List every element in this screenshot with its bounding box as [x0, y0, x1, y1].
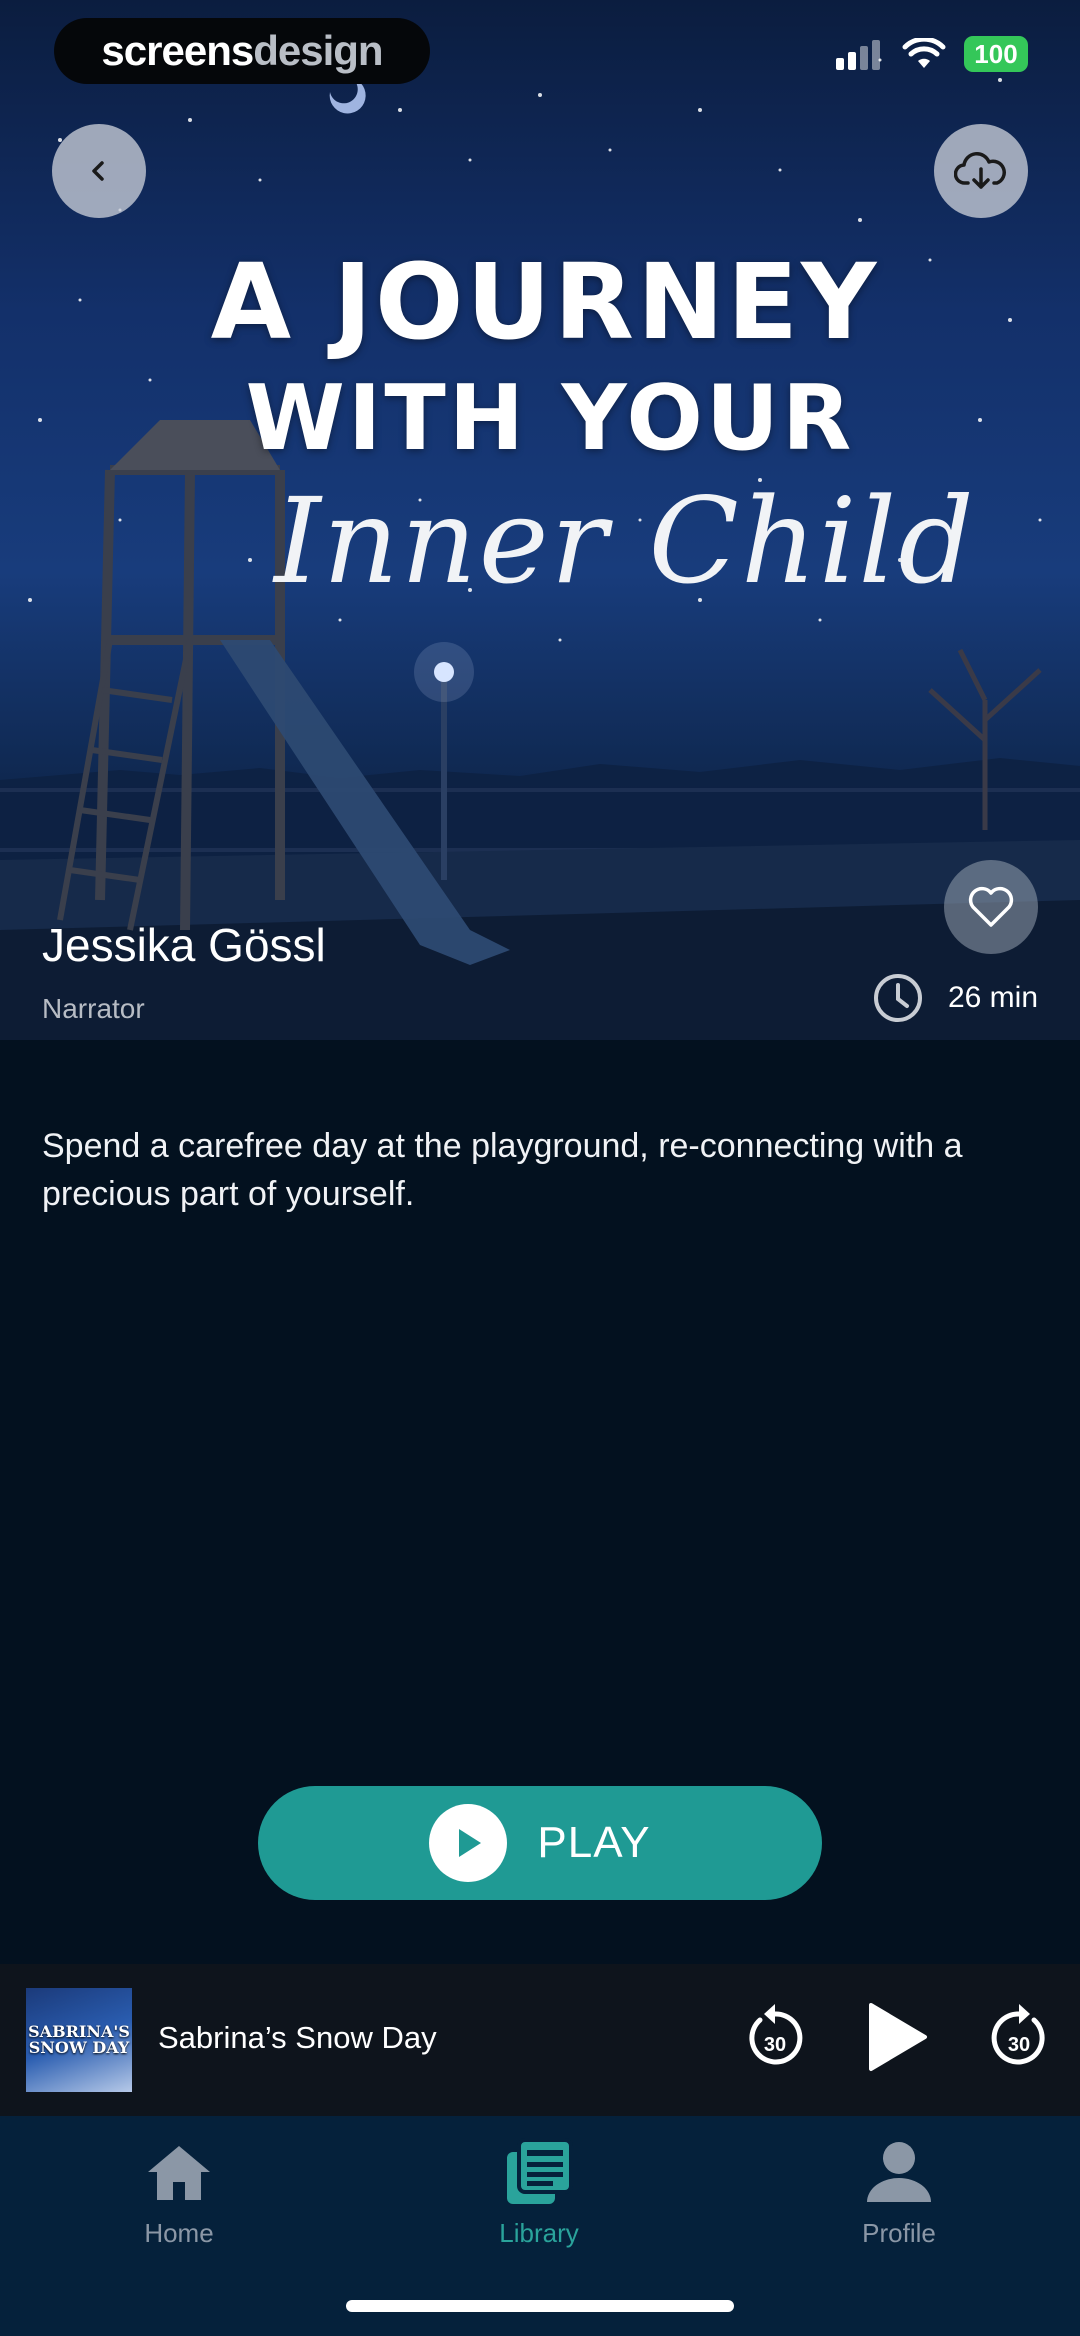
- cover-title-line1: A JOURNEY: [210, 241, 880, 363]
- tab-library-label: Library: [499, 2218, 579, 2248]
- session-description: Spend a carefree day at the playground, …: [42, 1127, 963, 1213]
- favorite-button[interactable]: [944, 860, 1038, 954]
- narrator-name: Jessika Gössl: [42, 919, 326, 971]
- duration-value: 26 min: [947, 981, 1038, 1014]
- play-button[interactable]: PLAY: [258, 1786, 822, 1900]
- rewind-seconds: 30: [763, 2034, 787, 2056]
- forward-30-button[interactable]: 30: [984, 1998, 1054, 2076]
- forward-seconds: 30: [1007, 2034, 1031, 2056]
- duration: 26 min: [872, 972, 1038, 1024]
- mini-play-button[interactable]: [862, 1998, 932, 2076]
- tab-library[interactable]: Library: [439, 2136, 639, 2249]
- chevron-left-icon: [92, 161, 104, 181]
- cover-title-line3: Inner Child: [274, 472, 976, 610]
- mini-player-cover: SABRINA'S SNOW DAY: [26, 1988, 132, 2092]
- tab-home-label: Home: [144, 2218, 214, 2248]
- tab-profile[interactable]: Profile: [799, 2136, 999, 2249]
- tab-home[interactable]: Home: [79, 2136, 279, 2249]
- profile-icon: [867, 2142, 931, 2202]
- play-icon: [429, 1804, 508, 1882]
- cover-title: A JOURNEY WITH YOUR Inner Child: [0, 250, 1080, 610]
- back-button[interactable]: [52, 124, 146, 218]
- clock-icon: [873, 974, 922, 1022]
- mini-cover-text: SABRINA'S SNOW DAY: [28, 2022, 130, 2057]
- mini-player-controls: 30 30: [740, 1998, 1054, 2076]
- brand-text-secondary: design: [253, 27, 383, 74]
- rewind-30-button[interactable]: 30: [740, 1998, 810, 2076]
- play-button-label: PLAY: [537, 1818, 651, 1867]
- cover-artwork: screens design 100 A JOURNEY WITH YOUR I…: [0, 0, 1080, 1040]
- download-button[interactable]: [934, 124, 1028, 218]
- brand-watermark: screens design: [54, 18, 430, 84]
- mini-player[interactable]: SABRINA'S SNOW DAY Sabrina’s Snow Day 30…: [0, 1964, 1080, 2116]
- brand-text-primary: screens: [101, 27, 254, 74]
- tab-profile-label: Profile: [862, 2218, 936, 2248]
- mini-player-title: Sabrina’s Snow Day: [158, 2020, 437, 2055]
- play-icon: [869, 2003, 927, 2071]
- narrator-role: Narrator: [42, 993, 145, 1024]
- cover-title-line2: WITH YOUR: [245, 366, 855, 471]
- heart-icon: [968, 886, 1014, 927]
- status-bar-icons: 100: [836, 36, 1028, 72]
- home-icon: [148, 2146, 210, 2200]
- wifi-icon: [902, 38, 946, 68]
- signal-icon: [836, 40, 880, 70]
- battery-indicator: 100: [964, 36, 1028, 72]
- home-indicator[interactable]: [346, 2300, 734, 2312]
- cloud-download-icon: [954, 152, 1006, 189]
- library-icon: [507, 2138, 573, 2204]
